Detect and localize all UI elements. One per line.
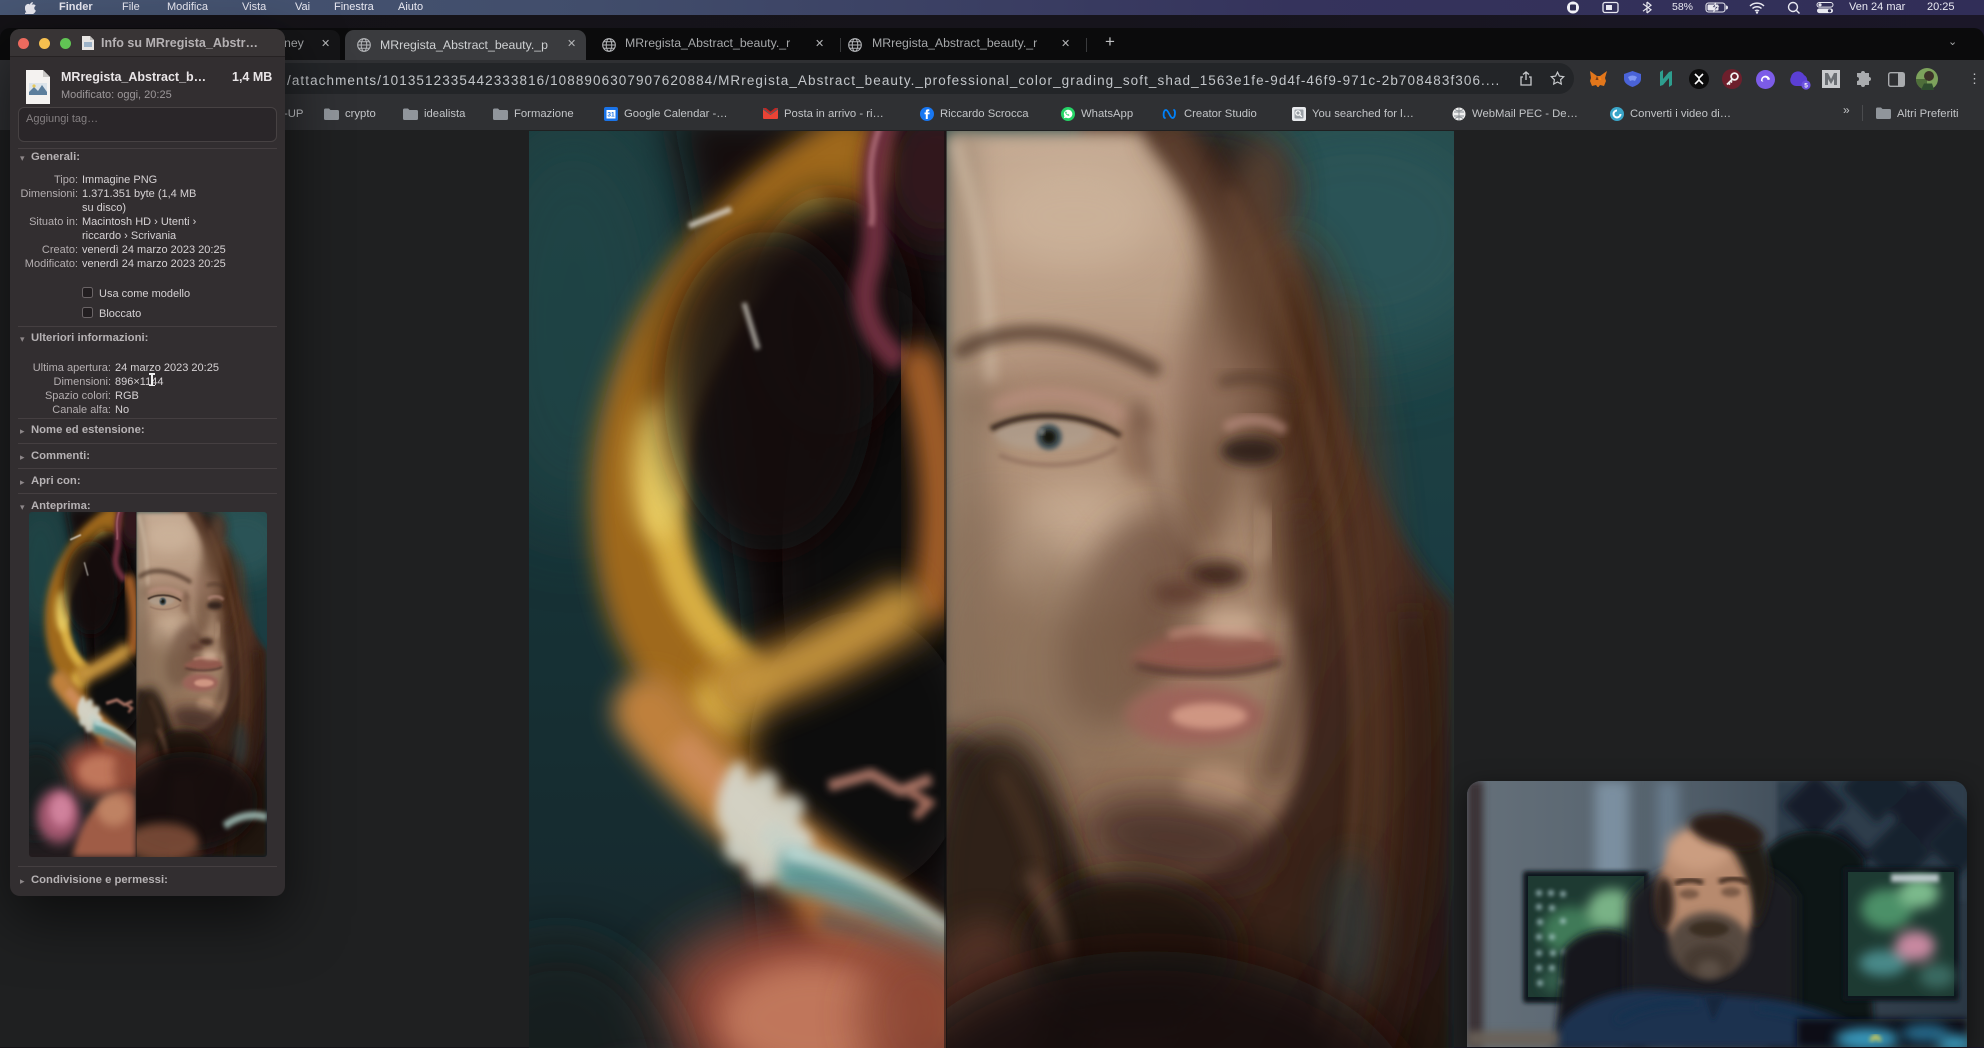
svg-text:31: 31 <box>607 111 615 118</box>
svg-text:5: 5 <box>1804 82 1808 89</box>
